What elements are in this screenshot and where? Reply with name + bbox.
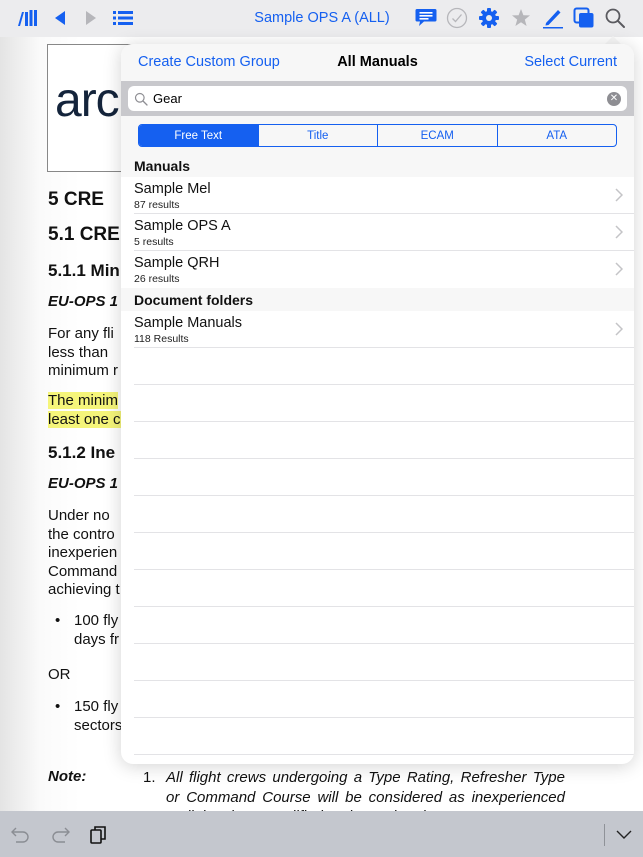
pencil-icon[interactable] [540,6,566,30]
result-row[interactable]: Sample OPS A 5 results [121,214,634,251]
empty-row-separator [134,717,634,718]
select-current-button[interactable]: Select Current [524,54,617,70]
heading-5-1-1: 5.1.1 Min [48,261,120,280]
result-count: 87 results [134,199,180,211]
result-name: Sample QRH [134,255,220,271]
result-count: 26 results [134,273,180,285]
segment-free-text[interactable]: Free Text [139,125,258,146]
popover-header: Create Custom Group All Manuals Select C… [121,44,634,81]
paragraph-line: Command [48,563,118,580]
segment-ecam[interactable]: ECAM [377,125,497,146]
empty-row-separator [134,606,634,607]
paragraph-line: the contro [48,526,115,543]
empty-row-separator [134,532,634,533]
gear-icon[interactable] [476,6,502,30]
list-icon[interactable] [110,6,136,30]
highlighted-line: least one c [48,411,121,428]
paragraph-line: less than [48,344,109,361]
bottom-toolbar [0,811,643,857]
highlighted-line: The minim [48,392,119,409]
comment-icon[interactable] [413,6,439,30]
paste-icon[interactable] [87,825,109,845]
top-toolbar: Sample OPS A (ALL) [0,0,643,37]
empty-row-separator [134,384,634,385]
segment-title[interactable]: Title [257,125,378,146]
paragraph-line: Under no [48,507,110,524]
empty-row-separator [134,680,634,681]
note-text: 1. All flight crews undergoing a Type Ra… [143,768,565,812]
section-header-manuals: Manuals [121,154,634,177]
undo-icon[interactable] [10,825,32,845]
chevron-down-icon[interactable] [613,825,635,845]
clear-search-icon[interactable]: ✕ [607,91,621,106]
bullet-line: 100 fly [74,612,119,629]
paragraph-line: For any fli [48,325,114,342]
empty-row-separator [134,458,634,459]
note-number: 1. [143,769,156,786]
bullet-line: sectors [74,717,123,734]
create-custom-group-button[interactable]: Create Custom Group [138,54,280,70]
paragraph-line: minimum r [48,362,118,379]
library-icon[interactable] [15,6,41,30]
chevron-right-icon [615,188,623,202]
search-bar: ✕ [121,81,634,116]
document-title[interactable]: Sample OPS A (ALL) [230,10,414,26]
bullet-icon: • [55,612,61,629]
heading-5: 5 CRE [48,189,104,210]
copy-icon[interactable] [571,6,597,30]
note-body: All flight crews undergoing a Type Ratin… [166,769,565,812]
regulation-ref: EU-OPS 1 [48,475,119,492]
result-name: Sample OPS A [134,218,231,234]
search-icon [134,92,148,106]
chevron-right-icon [615,262,623,276]
star-icon[interactable] [508,6,534,30]
empty-row-separator [134,569,634,570]
paragraph-line: achieving t [48,581,120,598]
check-circle-icon[interactable] [444,6,470,30]
paragraph-line: OR [48,666,71,683]
empty-row-separator [134,495,634,496]
result-count: 118 Results [134,333,189,345]
empty-row-separator [134,421,634,422]
result-row[interactable]: Sample Manuals 118 Results [121,311,634,348]
search-scope-bar: Free Text Title ECAM ATA [121,116,634,154]
result-count: 5 results [134,236,174,248]
search-scope-segmented-control: Free Text Title ECAM ATA [138,124,617,147]
result-name: Sample Manuals [134,315,242,331]
bullet-icon: • [55,698,61,715]
redo-icon[interactable] [49,825,71,845]
result-row[interactable]: Sample Mel 87 results [121,177,634,214]
heading-5-1: 5.1 CRE [48,224,120,245]
heading-5-1-2: 5.1.2 Ine [48,443,116,462]
paragraph-line: inexperien [48,544,118,561]
row-separator [134,347,634,348]
forward-arrow-icon[interactable] [78,6,104,30]
chevron-right-icon [615,322,623,336]
empty-row-separator [134,754,634,755]
empty-row-separator [134,643,634,644]
search-icon[interactable] [602,6,628,30]
result-name: Sample Mel [134,181,211,197]
segment-ata[interactable]: ATA [496,125,617,146]
note-label: Note: [48,768,87,785]
search-popover: Create Custom Group All Manuals Select C… [121,44,634,764]
regulation-ref: EU-OPS 1 [48,293,119,310]
search-input[interactable] [153,91,607,106]
search-field[interactable]: ✕ [128,86,627,111]
chevron-right-icon [615,225,623,239]
bullet-line: 150 fly [74,698,119,715]
toolbar-divider [604,824,605,846]
result-row[interactable]: Sample QRH 26 results [121,251,634,288]
bullet-line: days fr [74,631,120,648]
back-arrow-icon[interactable] [47,6,73,30]
section-header-document-folders: Document folders [121,288,634,311]
